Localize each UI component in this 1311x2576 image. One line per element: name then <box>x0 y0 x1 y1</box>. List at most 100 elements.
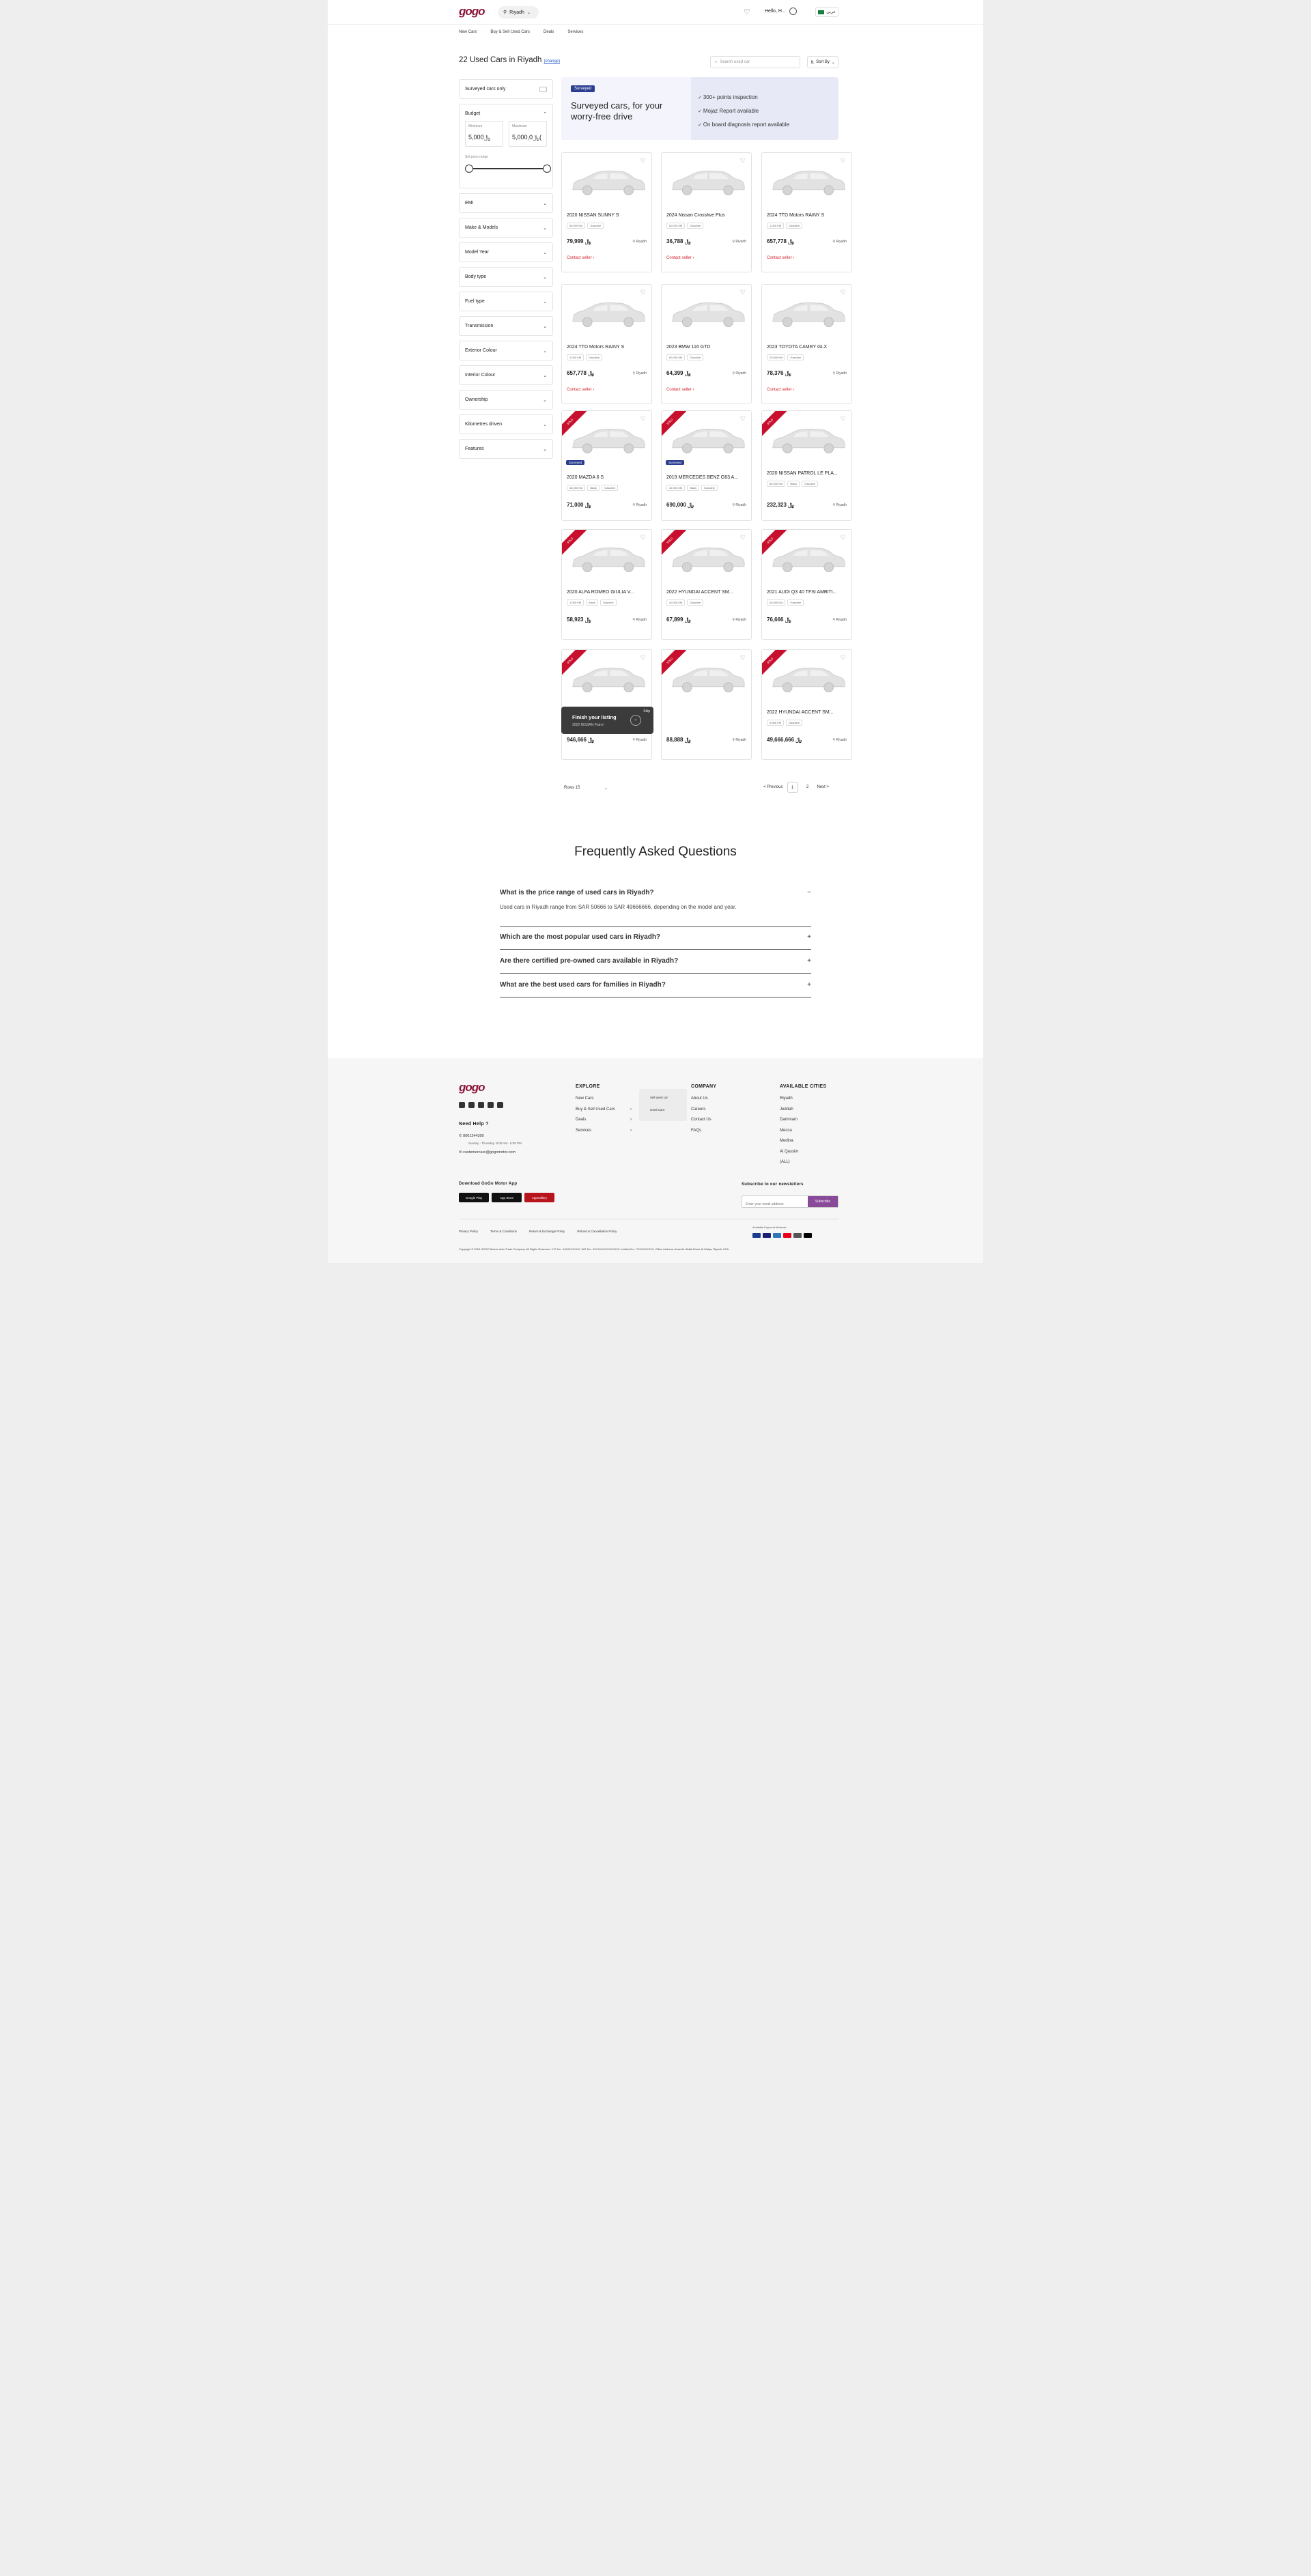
car-name[interactable]: 2022 HYUNDAI ACCENT SM... <box>666 590 747 595</box>
collapse-icon[interactable]: − <box>807 889 811 896</box>
car-image[interactable] <box>667 662 747 695</box>
surveyed-banner[interactable]: Surveyed Surveyed cars, for your worry-f… <box>561 77 838 140</box>
expand-icon[interactable]: + <box>807 933 811 941</box>
car-image[interactable] <box>667 297 747 330</box>
footer-link-about[interactable]: About Us <box>691 1094 711 1105</box>
contact-seller-link[interactable]: Contact seller › <box>767 388 794 392</box>
car-name[interactable]: 2020 MAZDA 6 S <box>567 475 647 480</box>
heart-icon[interactable]: ♡ <box>740 289 746 296</box>
footer-link-used-cars[interactable]: Buy & Sell Used Cars › <box>576 1105 632 1116</box>
next-page-button[interactable]: Next > <box>817 785 830 789</box>
car-name[interactable]: 2020 NISSAN PATROL LE PLA... <box>767 471 847 476</box>
car-image[interactable] <box>767 423 847 456</box>
app-gallery-button[interactable]: AppGallery <box>524 1193 554 1202</box>
heart-icon[interactable]: ♡ <box>841 654 846 662</box>
car-name[interactable]: 2023 TOYOTA CAMRY GLX <box>767 345 847 350</box>
heart-icon[interactable]: ♡ <box>841 415 846 423</box>
page-1-button[interactable]: 1 <box>787 782 798 793</box>
facebook-icon[interactable] <box>497 1102 503 1108</box>
budget-min-input[interactable]: Minimum ﷼5,000 <box>465 121 503 147</box>
refund-policy-link[interactable]: Refund & Cancellation Policy <box>577 1230 617 1233</box>
footer-logo[interactable]: gogo <box>459 1081 485 1094</box>
car-card[interactable]: SOLD ♡ 2022 HYUNDAI ACCENT SM... 40,000 KM G… <box>661 529 752 640</box>
heart-icon[interactable]: ♡ <box>640 289 646 296</box>
car-image[interactable] <box>567 165 647 198</box>
car-name[interactable]: 2020 NISSAN SUNNY S <box>567 213 647 218</box>
contact-seller-link[interactable]: Contact seller › <box>666 256 694 260</box>
user-icon[interactable] <box>789 8 797 15</box>
footer-link-faqs[interactable]: FAQs <box>691 1126 711 1137</box>
footer-link-deals[interactable]: Deals › <box>576 1115 632 1126</box>
contact-seller-link[interactable]: Contact seller › <box>666 388 694 392</box>
car-name[interactable]: 2021 AUDI Q3 40 TFSI AMBITI... <box>767 590 847 595</box>
instagram-icon[interactable] <box>478 1102 484 1108</box>
arrow-right-icon[interactable]: › <box>630 715 641 726</box>
car-image[interactable] <box>767 297 847 330</box>
city-link[interactable]: Jeddah <box>780 1105 798 1116</box>
nav-used-cars[interactable]: Buy & Sell Used Cars <box>490 30 530 34</box>
nav-deals[interactable]: Deals <box>544 30 554 34</box>
car-card[interactable]: ♡ 2024 TTD Motors RAINY S 1,000 KM Gasoline… <box>761 152 852 272</box>
app-store-button[interactable]: App Store <box>492 1193 522 1202</box>
newsletter-email-input[interactable] <box>742 1199 810 1210</box>
faq-question[interactable]: Which are the most popular used cars in … <box>500 933 660 941</box>
car-image[interactable] <box>767 165 847 198</box>
finish-listing-toast[interactable]: Skip Finish your listing 2022 NISSAN Pat… <box>561 707 653 734</box>
price-range-slider[interactable] <box>469 168 547 169</box>
sort-button[interactable]: ⇅ Sort By ⌄ <box>807 56 838 68</box>
car-card[interactable]: SOLD ♡ 2021 AUDI Q3 40 TFSI AMBITI... 40,00… <box>761 529 852 640</box>
filter-section[interactable]: Interior Colour ⌄ <box>459 365 553 385</box>
contact-seller-link[interactable]: Contact seller › <box>567 256 594 260</box>
budget-max-input[interactable]: Maximum ﷼5,000,0( <box>509 121 547 147</box>
subscribe-button[interactable]: Subscribe <box>808 1196 838 1207</box>
heart-icon[interactable]: ♡ <box>740 654 746 662</box>
filter-section[interactable]: Body type ⌄ <box>459 267 553 287</box>
faq-question[interactable]: What is the price range of used cars in … <box>500 889 654 896</box>
faq-item[interactable]: Are there certified pre-owned cars avail… <box>500 957 811 974</box>
car-card[interactable]: ♡ 2023 TOYOTA CAMRY GLX 20,000 KM Gasoline ﷼… <box>761 284 852 404</box>
logo[interactable]: gogo <box>459 5 485 18</box>
footer-link-new-cars[interactable]: New Cars <box>576 1094 632 1105</box>
page-2-button[interactable]: 2 <box>802 782 813 793</box>
faq-question[interactable]: Are there certified pre-owned cars avail… <box>500 957 678 965</box>
city-link[interactable]: Al Qassim <box>780 1147 798 1158</box>
car-image[interactable] <box>567 423 647 456</box>
car-image[interactable] <box>767 662 847 695</box>
heart-icon[interactable]: ♡ <box>640 534 646 541</box>
car-image[interactable] <box>667 165 747 198</box>
city-selector[interactable]: ⚲ Riyadh ⌄ <box>498 6 539 18</box>
footer-link-services[interactable]: Services › <box>576 1126 632 1137</box>
slider-min-handle[interactable] <box>465 165 473 173</box>
contact-seller-link[interactable]: Contact seller › <box>767 256 794 260</box>
car-card[interactable]: ♡ 2020 NISSAN SUNNY S 50,000 KM Gasoline ﷼ 7… <box>561 152 652 272</box>
car-card[interactable]: SOLD ♡ ﷼ 946,666 ⚲ Riyadh <box>561 649 652 760</box>
email-row[interactable]: ✉ customercare@gogomotor.com <box>459 1150 516 1155</box>
filter-section[interactable]: Make & Models ⌄ <box>459 218 553 238</box>
car-card[interactable]: ♡ 2024 TTD Motors RAINY S 1,000 KM Gasoline… <box>561 284 652 404</box>
submenu-used-cars[interactable]: Used Cars <box>650 1108 664 1112</box>
car-card[interactable]: SOLD ♡ Surveyed 2019 MERCEDES BENZ G63 A...… <box>661 410 752 521</box>
filter-section[interactable]: Model Year ⌄ <box>459 242 553 262</box>
car-card[interactable]: SOLD ♡ 2020 NISSAN PATROL LE PLA... 80,000 … <box>761 410 852 521</box>
filter-section[interactable]: Ownership ⌄ <box>459 390 553 410</box>
contact-seller-link[interactable]: Contact seller › <box>567 388 594 392</box>
car-image[interactable] <box>667 542 747 575</box>
phone-row[interactable]: ✆ 8001244300 <box>459 1134 484 1138</box>
toast-close-button[interactable]: Skip <box>643 709 650 713</box>
car-image[interactable] <box>767 542 847 575</box>
car-name[interactable]: 2019 MERCEDES BENZ G63 A... <box>666 475 747 480</box>
filter-section[interactable]: Features ⌄ <box>459 439 553 459</box>
heart-icon[interactable]: ♡ <box>640 157 646 165</box>
city-link[interactable]: Riyadh <box>780 1094 798 1105</box>
x-icon[interactable] <box>488 1102 494 1108</box>
footer-link-contact[interactable]: Contact Us <box>691 1115 711 1126</box>
privacy-link[interactable]: Privacy Policy <box>459 1230 478 1233</box>
nav-new-cars[interactable]: New Cars <box>459 30 477 34</box>
car-card[interactable]: SOLD ♡ 2020 ALFA ROMEO GIULIA V... 1,000 KM… <box>561 529 652 640</box>
nav-services[interactable]: Services <box>567 30 583 34</box>
language-switch[interactable]: عربي <box>815 7 838 17</box>
car-card[interactable]: SOLD ♡ ﷼ 88,888 ⚲ Riyadh <box>661 649 752 760</box>
filter-section[interactable]: Transmission ⌄ <box>459 316 553 336</box>
city-link[interactable]: Mecca <box>780 1126 798 1137</box>
faq-item[interactable]: Which are the most popular used cars in … <box>500 933 811 950</box>
